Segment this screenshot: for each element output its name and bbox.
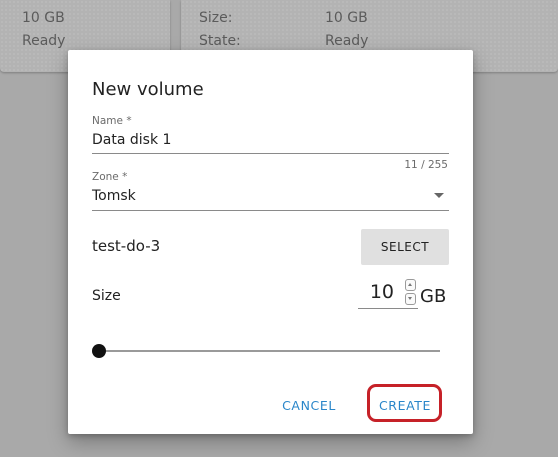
card-size-value: 10 GB [22,10,65,26]
name-char-counter: 11 / 255 [404,159,448,171]
cancel-button[interactable]: CANCEL [277,394,341,416]
new-volume-dialog: New volume Name * Data disk 1 11 / 255 Z… [68,50,473,434]
increment-icon[interactable] [405,279,416,291]
zone-select-value[interactable]: Tomsk [92,188,136,204]
name-field-underline [92,153,449,154]
size-stepper[interactable] [405,279,417,305]
slider-thumb[interactable] [92,344,106,358]
card-state-value: Ready [325,33,369,49]
name-input[interactable]: Data disk 1 [92,132,171,148]
size-unit: GB [420,286,447,307]
dropdown-arrow-icon[interactable] [434,193,444,198]
size-label: Size [92,288,121,304]
card-state-value: Ready [22,33,66,49]
select-image-button[interactable]: SELECT [361,229,449,265]
card-size-label: Size: [199,10,233,26]
name-field-label: Name * [92,115,132,127]
decrement-icon[interactable] [405,293,416,305]
zone-field-underline [92,210,449,211]
dialog-title: New volume [92,79,204,100]
card-size-value: 10 GB [325,10,368,26]
image-name: test-do-3 [92,237,161,255]
zone-field-label: Zone * [92,171,128,183]
size-slider[interactable] [92,344,440,358]
size-input-value[interactable]: 10 [370,281,394,303]
create-button[interactable]: CREATE [375,394,435,416]
card-state-label: State: [199,33,241,49]
